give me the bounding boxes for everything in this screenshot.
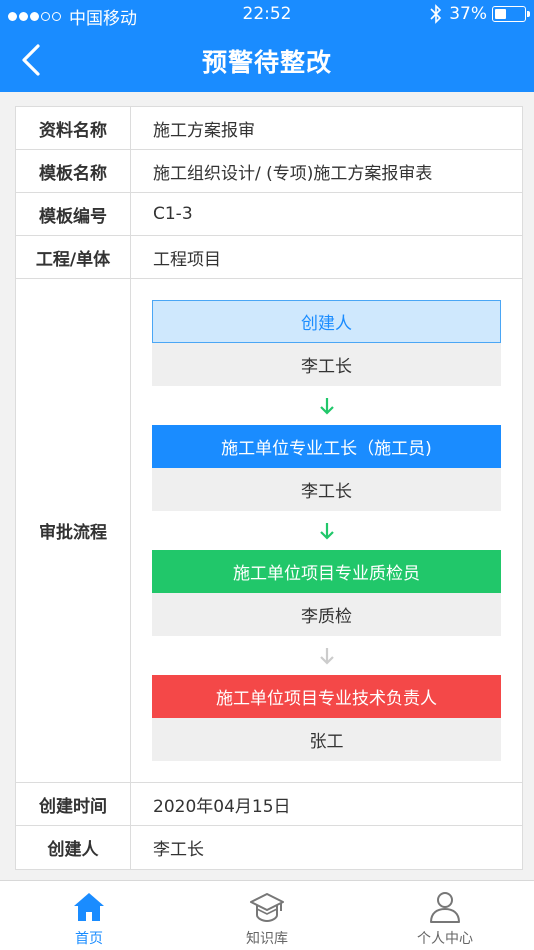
row-value: 李工长: [153, 840, 204, 860]
row-label: 审批流程: [16, 279, 131, 782]
flow-role: 施工单位项目专业技术负责人: [152, 675, 501, 718]
nav-bar: 预警待整改: [0, 28, 534, 92]
battery-icon: [492, 6, 530, 22]
arrow-down-icon: [152, 636, 501, 675]
flow-person: 李工长: [152, 343, 501, 386]
flow-step: 施工单位项目专业技术负责人 张工: [152, 675, 501, 761]
flow-person: 李工长: [152, 468, 501, 511]
row-label: 创建时间: [16, 783, 131, 825]
approval-flow: 创建人 李工长 施工单位专业工长（施工员) 李工长 施工单位项目专业质检员 李质…: [131, 279, 522, 782]
flow-person: 李质检: [152, 593, 501, 636]
flow-role: 施工单位专业工长（施工员): [152, 425, 501, 468]
detail-row: 创建时间 2020年04月15日: [16, 783, 522, 826]
row-label: 模板名称: [16, 150, 131, 192]
flow-step: 创建人 李工长: [152, 300, 501, 386]
row-value: 施工组织设计/ (专项)施工方案报审表: [153, 163, 433, 184]
detail-row: 工程/单体 工程项目: [16, 236, 522, 279]
flow-role: 施工单位项目专业质检员: [152, 550, 501, 593]
approval-flow-row: 审批流程 创建人 李工长 施工单位专业工长（施工员) 李工长 施工单位项目专业质…: [16, 279, 522, 783]
detail-row: 创建人 李工长: [16, 826, 522, 869]
flow-step: 施工单位项目专业质检员 李质检: [152, 550, 501, 636]
row-label: 模板编号: [16, 193, 131, 235]
row-label: 工程/单体: [16, 236, 131, 278]
row-value: 工程项目: [153, 249, 221, 270]
detail-row: 模板名称 施工组织设计/ (专项)施工方案报审表: [16, 150, 522, 193]
tab-label: 首页: [75, 931, 103, 947]
graduation-cap-icon: [250, 893, 284, 923]
status-bar: 中国移动 22:52 37%: [0, 0, 534, 29]
tab-home[interactable]: 首页: [0, 881, 178, 950]
arrow-down-icon: [152, 511, 501, 550]
arrow-down-icon: [152, 386, 501, 425]
battery-percent: 37%: [449, 4, 487, 24]
tab-label: 个人中心: [417, 931, 473, 947]
row-label: 创建人: [16, 826, 131, 869]
person-icon: [430, 892, 460, 923]
row-value: 2020年04月15日: [153, 796, 291, 817]
flow-step: 施工单位专业工长（施工员) 李工长: [152, 425, 501, 511]
home-icon: [74, 893, 104, 921]
detail-row: 资料名称 施工方案报审: [16, 107, 522, 150]
details-table: 资料名称 施工方案报审 模板名称 施工组织设计/ (专项)施工方案报审表 模板编…: [15, 106, 523, 870]
row-value: 施工方案报审: [153, 120, 255, 141]
page-title: 预警待整改: [201, 48, 332, 77]
bluetooth-icon: [430, 4, 442, 24]
tab-profile[interactable]: 个人中心: [356, 881, 534, 950]
row-label: 资料名称: [16, 107, 131, 149]
row-value: C1-3: [153, 204, 193, 224]
flow-person: 张工: [152, 718, 501, 761]
flow-role: 创建人: [152, 300, 501, 343]
tab-knowledge[interactable]: 知识库: [178, 881, 356, 950]
detail-row: 模板编号 C1-3: [16, 193, 522, 236]
tab-bar: 首页 知识库 个人中心: [0, 880, 534, 950]
tab-label: 知识库: [246, 931, 288, 947]
